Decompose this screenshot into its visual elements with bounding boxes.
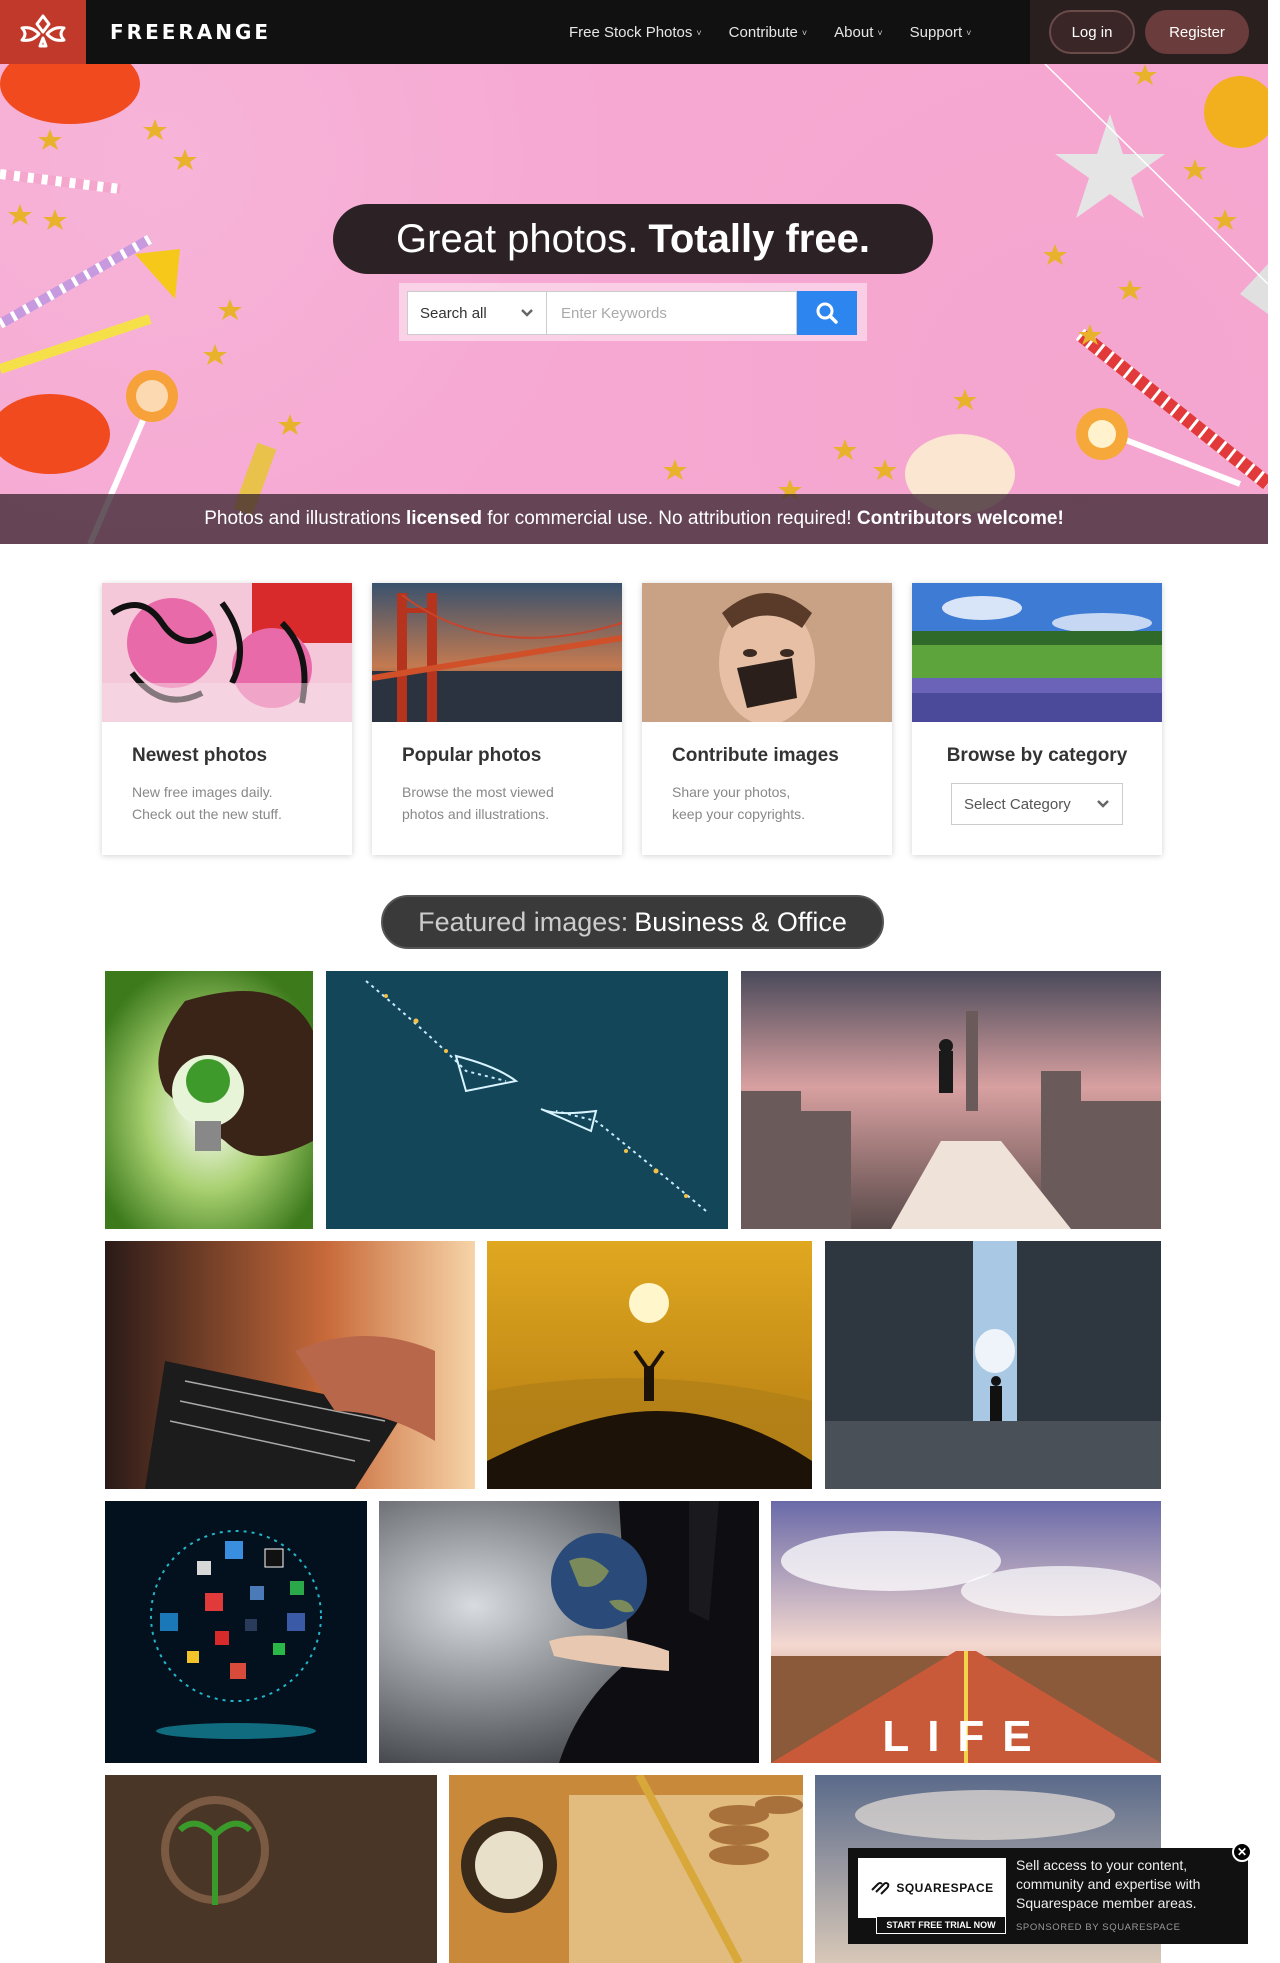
- nav-item-label: Free Stock Photos: [569, 23, 693, 41]
- ad-text: Sell access to your content, community a…: [1016, 1857, 1201, 1911]
- featured-image-life-road[interactable]: LIFE: [771, 1501, 1161, 1763]
- card-image-field: [912, 583, 1162, 722]
- hero-title: Great photos. Totally free.: [333, 204, 933, 274]
- card-image-graffiti: [102, 583, 352, 722]
- card-newest-photos[interactable]: Newest photos New free images daily. Che…: [102, 583, 352, 855]
- freerange-logo-icon: [20, 14, 66, 48]
- feature-cards: Newest photos New free images daily. Che…: [102, 583, 1164, 855]
- featured-image-wall-opening[interactable]: [825, 1241, 1161, 1489]
- search-input[interactable]: [547, 291, 797, 335]
- featured-image-city-arrow[interactable]: [741, 971, 1161, 1229]
- brand-name[interactable]: FREERANGE: [110, 20, 271, 44]
- nav-item-support[interactable]: Support ˅: [910, 24, 972, 41]
- card-title: Contribute images: [672, 745, 839, 766]
- card-image-painted-face: [642, 583, 892, 722]
- hero-title-light: Great photos.: [396, 216, 639, 261]
- nav-item-about[interactable]: About ˅: [834, 24, 882, 41]
- hero-banner: Great photos. Totally free. Search all P…: [0, 64, 1268, 544]
- nav-item-label: Support: [909, 23, 963, 41]
- category-select-value: Select Category: [964, 795, 1071, 813]
- login-button[interactable]: Log in: [1049, 10, 1135, 54]
- card-description: Share your photos, keep your copyrights.: [672, 784, 806, 822]
- featured-image-typing-keyboard[interactable]: [105, 1241, 475, 1489]
- card-title: Browse by category: [946, 745, 1128, 766]
- tagline-contributors-link[interactable]: Contributors welcome!: [857, 508, 1064, 530]
- chevron-down-icon: ˅: [801, 28, 808, 38]
- chevron-down-icon: ˅: [696, 28, 702, 38]
- search-scope-value: Search all: [420, 304, 487, 322]
- featured-image-earth-hand[interactable]: [379, 1501, 759, 1763]
- featured-heading: Featured images: Business & Office: [381, 895, 884, 949]
- nav-item-free-stock-photos[interactable]: Free Stock Photos ˅: [569, 24, 702, 41]
- card-title: Newest photos: [132, 745, 268, 766]
- nav-item-label: Contribute: [728, 23, 798, 41]
- logo[interactable]: [0, 0, 86, 64]
- chevron-down-icon: ˅: [966, 28, 972, 38]
- featured-image-social-network[interactable]: [105, 1501, 367, 1763]
- sponsored-ad[interactable]: SQUARESPACE START FREE TRIAL NOW Sell ac…: [848, 1842, 1252, 1944]
- main-nav: Free Stock Photos ˅ Contribute ˅ About ˅…: [569, 0, 971, 64]
- card-browse-by-category: Browse by category Select Category: [912, 583, 1162, 855]
- card-description: New free images daily. Check out the new…: [132, 784, 282, 822]
- nav-item-label: About: [834, 23, 874, 41]
- ad-cta-button[interactable]: START FREE TRIAL NOW: [876, 1916, 1006, 1934]
- card-description: Browse the most viewed photos and illust…: [402, 784, 554, 822]
- auth-area: Log in Register: [1030, 0, 1268, 64]
- tagline-text: Photos and illustrations: [204, 508, 401, 529]
- chevron-down-icon: ˅: [877, 28, 883, 38]
- search-icon: [816, 302, 838, 324]
- card-contribute-images[interactable]: Contribute images Share your photos, kee…: [642, 583, 892, 855]
- featured-prefix: Featured images:: [418, 906, 629, 937]
- hero-title-bold: Totally free.: [648, 216, 870, 261]
- nav-item-contribute[interactable]: Contribute ˅: [729, 24, 807, 41]
- search-scope-select[interactable]: Search all: [407, 291, 547, 335]
- hero-tagline-bar: Photos and illustrations licensed for co…: [0, 494, 1268, 544]
- featured-image-watch-coins[interactable]: [449, 1775, 803, 1963]
- category-select[interactable]: Select Category: [951, 783, 1123, 825]
- squarespace-logo: SQUARESPACE: [858, 1858, 1006, 1918]
- featured-category[interactable]: Business & Office: [634, 907, 847, 938]
- svg-text:LIFE: LIFE: [882, 1712, 1049, 1761]
- card-image-golden-gate: [372, 583, 622, 722]
- top-nav-bar: FREERANGE Free Stock Photos ˅ Contribute…: [0, 0, 1268, 64]
- featured-image-digital-hands[interactable]: [326, 971, 728, 1229]
- tagline-text: for commercial use. No attribution requi…: [487, 508, 852, 529]
- chevron-down-icon: [1097, 800, 1109, 808]
- card-title: Popular photos: [402, 745, 542, 766]
- register-button[interactable]: Register: [1145, 10, 1249, 54]
- featured-image-lightbulb-tree[interactable]: [105, 971, 313, 1229]
- search-button[interactable]: [797, 291, 857, 335]
- close-icon[interactable]: ✕: [1232, 1842, 1252, 1862]
- featured-image-sunset-success[interactable]: [487, 1241, 812, 1489]
- card-popular-photos[interactable]: Popular photos Browse the most viewed ph…: [372, 583, 622, 855]
- search-bar: Search all: [399, 283, 867, 341]
- chevron-down-icon: [521, 309, 533, 317]
- tagline-licensed[interactable]: licensed: [406, 508, 482, 530]
- ad-sponsor-label: SPONSORED BY SQUARESPACE: [1016, 1922, 1181, 1933]
- ad-logo-text: SQUARESPACE: [896, 1881, 994, 1895]
- featured-image-sprout-bulb[interactable]: [105, 1775, 437, 1963]
- squarespace-logo-icon: [871, 1882, 890, 1895]
